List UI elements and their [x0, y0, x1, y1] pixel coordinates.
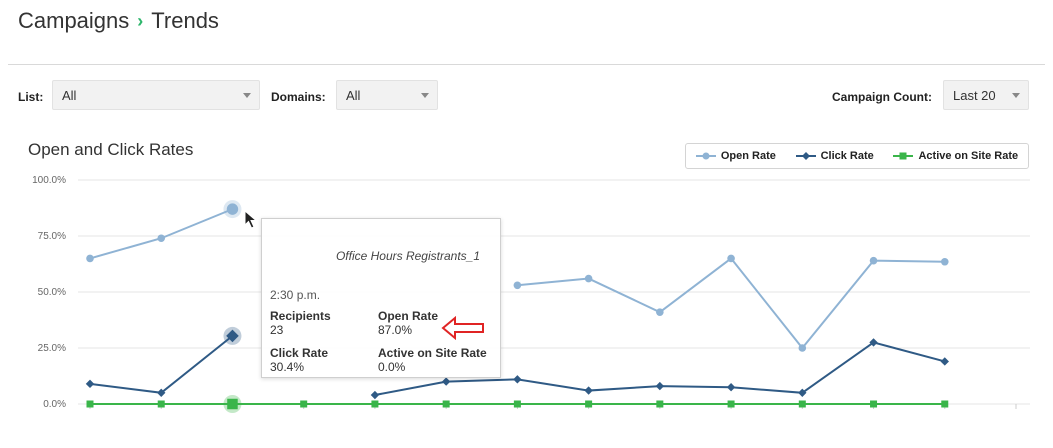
tooltip-click-rate-value: 30.4% — [270, 360, 305, 374]
legend-label: Open Rate — [720, 150, 776, 162]
red-arrow-annotation-icon — [441, 316, 484, 340]
data-point-click-rate — [726, 383, 736, 392]
series-line-click-rate — [89, 335, 946, 397]
data-point-click-rate — [940, 357, 949, 366]
data-point-open-rate — [86, 254, 94, 263]
data-point-click-rate — [441, 377, 451, 386]
data-point-click-rate — [513, 375, 522, 384]
tooltip-recipients-label: Recipients — [270, 309, 331, 323]
tooltip-open-rate-value: 87.0% — [378, 323, 413, 337]
diamond-marker-icon — [795, 152, 816, 160]
data-point-active-rate — [442, 400, 450, 408]
legend-item-click-rate[interactable]: Click Rate — [795, 150, 874, 162]
legend-item-open-rate[interactable]: Open Rate — [695, 150, 776, 162]
mouse-cursor-icon — [244, 210, 258, 229]
data-point-open-rate — [869, 256, 878, 265]
tooltip-active-rate-label: Active on Site Rate — [378, 346, 487, 360]
tooltip-recipients-value: 23 — [270, 323, 284, 337]
data-point-active-rate — [656, 400, 664, 408]
legend-item-active-rate[interactable]: Active on Site Rate — [893, 150, 1018, 162]
square-marker-icon — [893, 152, 914, 160]
y-tick-label: 25.0% — [38, 343, 66, 354]
y-tick-label: 0.0% — [43, 399, 66, 410]
data-point-active-rate — [941, 400, 949, 408]
tooltip-campaign-name: Office Hours Registrants_1 — [335, 249, 480, 263]
data-point-active-rate — [157, 400, 165, 408]
data-point-active-rate — [86, 400, 94, 408]
tooltip-active-rate-value: 0.0% — [378, 360, 406, 374]
line-chart: 100.0% 75.0% 50.0% 25.0% 0.0% — [32, 175, 1030, 413]
data-point-open-rate — [157, 234, 166, 243]
tooltip-click-rate-label: Click Rate — [270, 346, 329, 360]
y-tick-label: 50.0% — [38, 287, 66, 298]
data-point-active-rate — [798, 400, 806, 408]
data-point-click-rate — [655, 381, 665, 391]
legend-label: Click Rate — [820, 150, 874, 162]
data-point-active-rate — [371, 400, 379, 408]
data-point-click-rate — [370, 390, 380, 400]
data-point-open-rate — [727, 254, 735, 263]
data-point-open-rate — [226, 203, 239, 215]
data-point-active-rate — [727, 400, 735, 408]
y-tick-label: 75.0% — [38, 231, 66, 242]
data-point-active-rate — [870, 400, 878, 408]
tooltip-time: 2:30 p.m. — [270, 288, 321, 302]
data-point-click-rate — [584, 386, 593, 395]
data-point-open-rate — [940, 257, 949, 266]
series-line-open-rate — [89, 208, 945, 350]
y-tick-label: 100.0% — [32, 175, 66, 186]
chart-tooltip: Office Hours Registrants_1 2:30 p.m. Rec… — [261, 218, 501, 378]
circle-marker-icon — [695, 152, 716, 160]
data-point-open-rate — [513, 281, 522, 290]
data-point-active-rate — [585, 400, 593, 408]
data-point-active-rate — [300, 400, 308, 408]
data-point-open-rate — [584, 274, 593, 283]
tooltip-open-rate-label: Open Rate — [378, 309, 439, 323]
data-point-click-rate — [85, 379, 95, 389]
data-point-open-rate — [798, 344, 807, 352]
data-point-open-rate — [656, 308, 664, 316]
data-point-active-rate — [513, 400, 521, 408]
legend-label: Active on Site Rate — [918, 150, 1019, 162]
chart-legend: Open Rate Click Rate Active on Site Rate — [685, 143, 1029, 169]
data-point-active-rate — [227, 398, 238, 410]
